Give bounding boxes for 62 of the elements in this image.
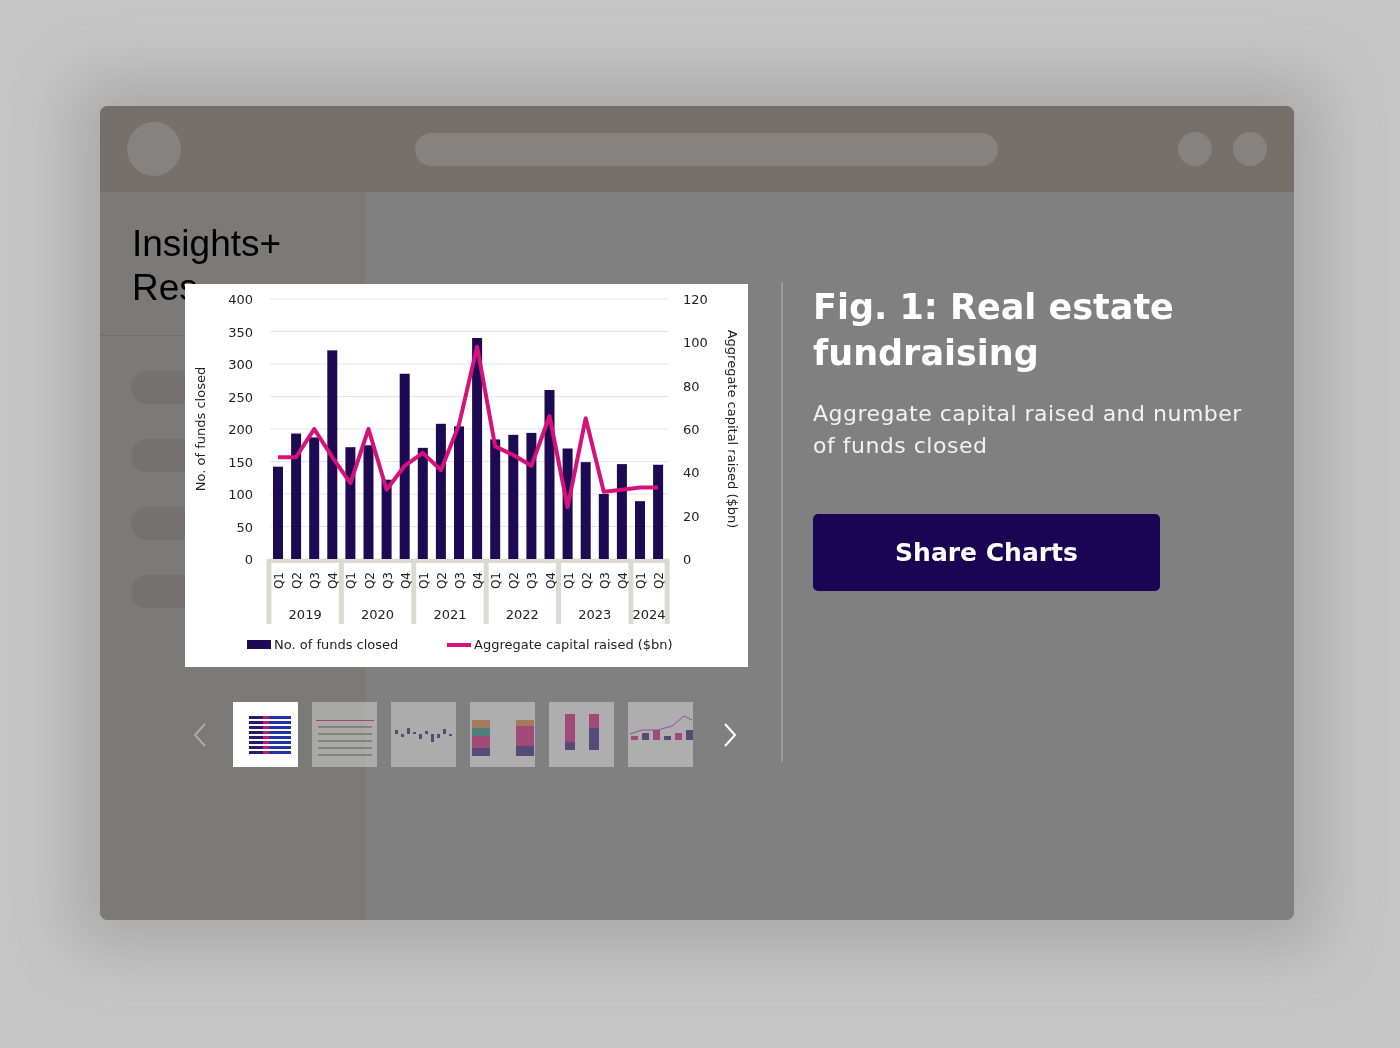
axis-tick-label: 100 bbox=[228, 487, 253, 502]
axis-group-label: 2021 bbox=[433, 607, 467, 622]
axis-tick-label: Q1 bbox=[489, 572, 504, 590]
axis-tick-label: Q2 bbox=[434, 572, 449, 590]
axis-group-label: 2019 bbox=[288, 607, 322, 622]
share-charts-button[interactable]: Share Charts bbox=[813, 514, 1160, 591]
axis-tick-label: Q2 bbox=[290, 572, 305, 590]
chart-thumbnail[interactable] bbox=[628, 702, 693, 767]
chart-thumbnail[interactable] bbox=[391, 702, 456, 767]
axis-tick-label: Q2 bbox=[652, 572, 667, 590]
site-logo-text: Insights+ bbox=[132, 222, 282, 266]
chart-thumbnail[interactable] bbox=[312, 702, 377, 767]
axis-tick-label: Q4 bbox=[615, 572, 630, 590]
axis-tick-label: Q3 bbox=[380, 572, 395, 590]
axis-tick-label: Q1 bbox=[634, 572, 648, 590]
axis-tick-label: 120 bbox=[683, 292, 708, 307]
axis-tick-label: 350 bbox=[228, 324, 253, 340]
axis-tick-label: 200 bbox=[228, 422, 253, 437]
axis-tick-label: 0 bbox=[244, 552, 253, 567]
axis-group-label: 2023 bbox=[578, 607, 612, 622]
axis-tick-label: Q4 bbox=[543, 572, 558, 590]
axis-tick-label: 150 bbox=[228, 454, 253, 470]
axis-tick-label: Q4 bbox=[326, 572, 341, 590]
bar bbox=[598, 494, 609, 559]
axis-tick-label: Q4 bbox=[471, 572, 486, 590]
legend-swatch bbox=[247, 640, 271, 649]
axis-tick-label: 300 bbox=[228, 357, 253, 372]
axis-tick-label: Q3 bbox=[453, 572, 467, 590]
axis-tick-label: 0 bbox=[683, 552, 692, 567]
axis-tick-label: 100 bbox=[683, 335, 708, 351]
chart-thumbnail[interactable] bbox=[470, 702, 535, 767]
axis-tick-label: Q3 bbox=[525, 572, 540, 590]
axis-tick-label: Q2 bbox=[579, 572, 594, 590]
chart-thumbnail[interactable] bbox=[549, 702, 614, 767]
axis-tick-label: Q2 bbox=[362, 572, 377, 590]
axis-tick-label: 400 bbox=[228, 292, 253, 307]
axis-group-label: 2022 bbox=[505, 607, 539, 622]
legend-swatch bbox=[447, 643, 471, 647]
axis-tick-label: Q1 bbox=[416, 572, 431, 590]
axis-tick-label: 20 bbox=[683, 508, 700, 524]
axis-tick-label: Q4 bbox=[398, 572, 413, 590]
axis-tick-label: Q3 bbox=[597, 572, 612, 590]
axis-tick-label: 40 bbox=[683, 465, 700, 481]
bar bbox=[635, 501, 645, 559]
axis-tick-label: 50 bbox=[236, 519, 253, 535]
figure-title: Fig. 1: Real estate fundraising bbox=[813, 286, 1175, 375]
axis-tick-label: Q1 bbox=[344, 572, 359, 590]
axis-tick-label: 60 bbox=[683, 422, 700, 437]
axis-tick-label: Q2 bbox=[507, 572, 522, 590]
axis-group-label: 2024 bbox=[632, 607, 666, 622]
chart-thumbnail[interactable] bbox=[233, 702, 298, 767]
axis-title: No. of funds closed bbox=[193, 366, 208, 492]
axis-tick-label: Q3 bbox=[308, 572, 323, 590]
axis-tick-label: Q1 bbox=[272, 572, 286, 590]
legend-label: No. of funds closed bbox=[274, 637, 399, 652]
axis-tick-label: 80 bbox=[683, 378, 700, 394]
figure-subtitle: Aggregate capital raised and number of funds closed bbox=[813, 400, 1243, 460]
axis-title: Aggregate capital raised ($bn) bbox=[725, 329, 740, 529]
axis-tick-label: Q1 bbox=[561, 572, 576, 590]
axis-group-label: 2020 bbox=[361, 607, 395, 622]
legend-label: Aggregate capital raised ($bn) bbox=[474, 637, 673, 652]
axis-tick-label: 250 bbox=[228, 389, 253, 405]
